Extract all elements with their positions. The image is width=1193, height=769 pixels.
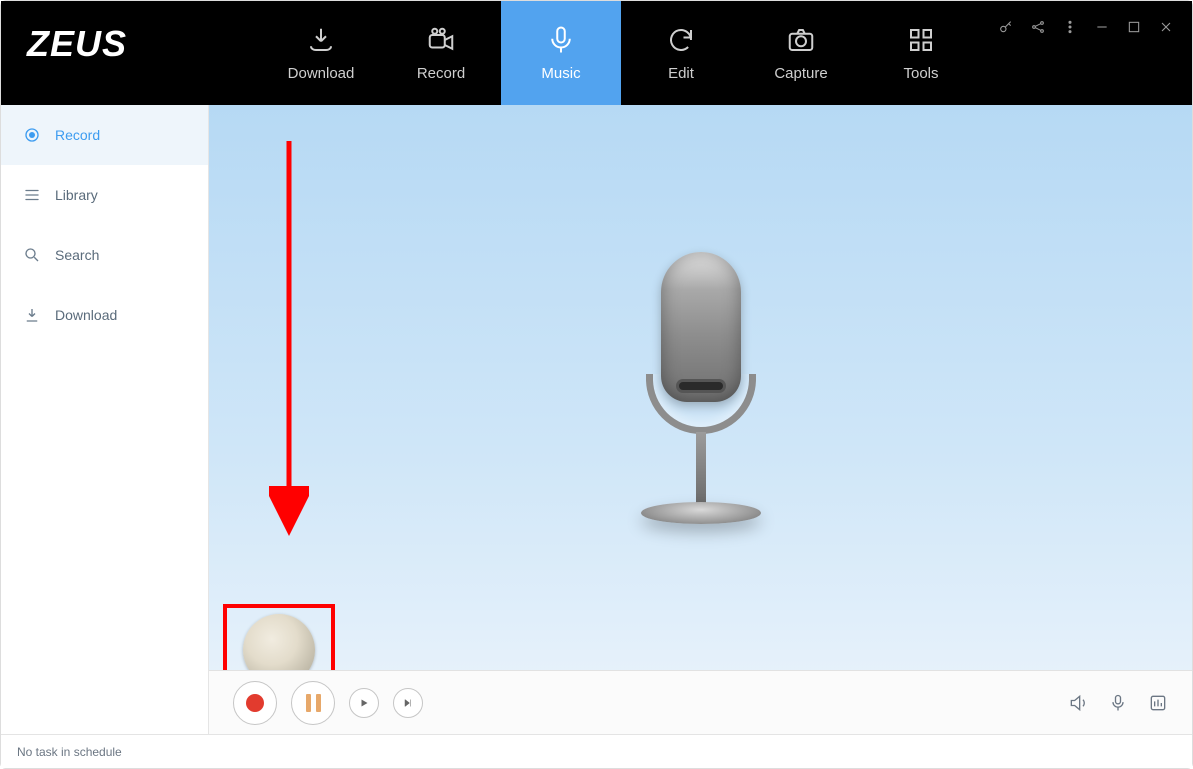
camcorder-icon [426, 25, 456, 55]
sidebar-item-label: Search [55, 247, 99, 263]
tab-label: Music [541, 65, 580, 82]
main-tabs: Download Record Music Edit Capture Tools [261, 1, 981, 105]
refresh-icon [666, 25, 696, 55]
key-icon[interactable] [998, 19, 1014, 35]
download-icon [306, 25, 336, 55]
microphone-illustration [641, 252, 761, 524]
microphone-icon [546, 25, 576, 55]
share-icon[interactable] [1030, 19, 1046, 35]
record-dot-icon [246, 694, 264, 712]
pause-icon [306, 694, 321, 712]
sidebar-item-label: Record [55, 127, 100, 143]
sidebar: Record Library Search Download [1, 105, 209, 734]
grid-icon [906, 25, 936, 55]
maximize-icon[interactable] [1126, 19, 1142, 35]
tab-label: Download [288, 65, 355, 82]
tab-record[interactable]: Record [381, 1, 501, 105]
download-small-icon [23, 306, 41, 324]
search-icon [23, 246, 41, 264]
main-panel: 00:01:09 Fvck AI Lov… [209, 105, 1192, 734]
volume-icon[interactable] [1068, 693, 1088, 713]
next-button[interactable] [393, 688, 423, 718]
kebab-menu-icon[interactable] [1062, 19, 1078, 35]
window-controls [998, 19, 1174, 35]
pause-button[interactable] [291, 681, 335, 725]
equalizer-icon[interactable] [1148, 693, 1168, 713]
status-bar: No task in schedule [1, 734, 1192, 768]
body: Record Library Search Download [1, 105, 1192, 734]
minimize-icon[interactable] [1094, 19, 1110, 35]
sidebar-item-record[interactable]: Record [1, 105, 208, 165]
tab-edit[interactable]: Edit [621, 1, 741, 105]
annotation-arrow [269, 141, 309, 541]
next-icon [402, 697, 414, 709]
playback-controls [209, 670, 1192, 734]
mic-settings-icon[interactable] [1108, 693, 1128, 713]
tab-download[interactable]: Download [261, 1, 381, 105]
camera-icon [786, 25, 816, 55]
tab-capture[interactable]: Capture [741, 1, 861, 105]
sidebar-item-label: Library [55, 187, 98, 203]
tab-label: Edit [668, 65, 694, 82]
tab-tools[interactable]: Tools [861, 1, 981, 105]
play-button[interactable] [349, 688, 379, 718]
sidebar-item-label: Download [55, 307, 117, 323]
record-tab-icon [23, 126, 41, 144]
tab-label: Record [417, 65, 465, 82]
tab-label: Tools [903, 65, 938, 82]
sidebar-item-library[interactable]: Library [1, 165, 208, 225]
close-icon[interactable] [1158, 19, 1174, 35]
app-logo: ZEUS [1, 1, 261, 105]
play-icon [358, 697, 370, 709]
tab-music[interactable]: Music [501, 1, 621, 105]
sidebar-item-download[interactable]: Download [1, 285, 208, 345]
status-text: No task in schedule [17, 745, 122, 759]
library-icon [23, 186, 41, 204]
tab-label: Capture [774, 65, 827, 82]
topbar: ZEUS Download Record Music Edit Capture … [1, 1, 1192, 105]
record-button[interactable] [233, 681, 277, 725]
sidebar-item-search[interactable]: Search [1, 225, 208, 285]
